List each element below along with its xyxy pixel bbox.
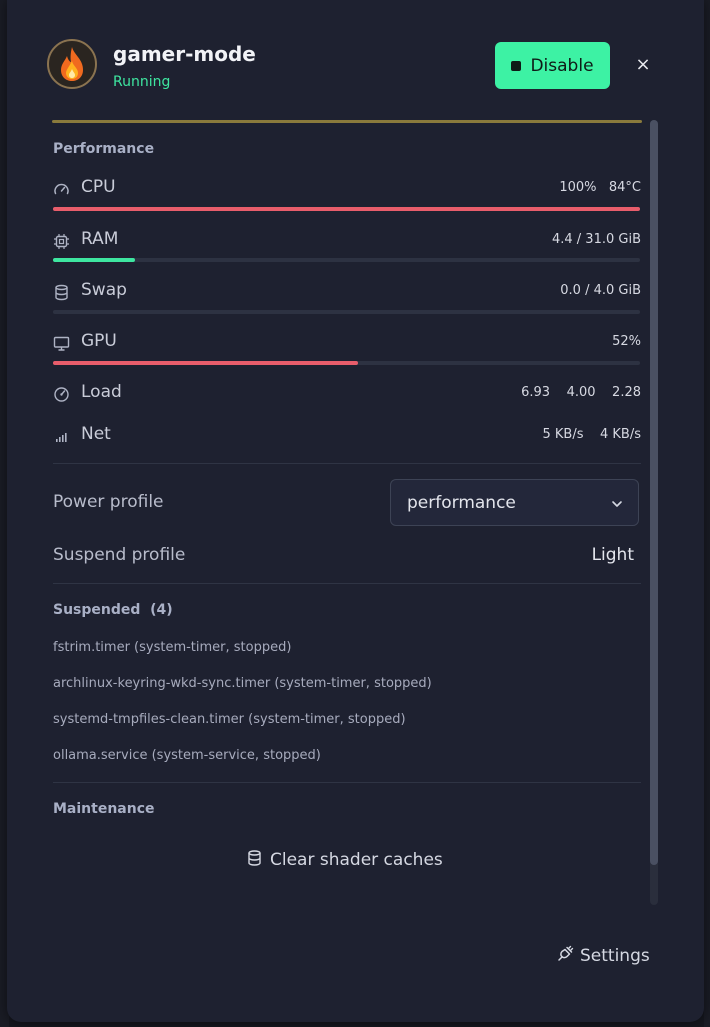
metric-label: CPU xyxy=(81,177,116,197)
gpu-usage-fill xyxy=(53,361,359,365)
close-button[interactable]: × xyxy=(632,53,654,75)
metric-ram: RAM 4.4 / 31.0 GiB xyxy=(53,229,641,259)
scrollbar-thumb[interactable] xyxy=(650,120,658,865)
flame-icon xyxy=(47,39,97,89)
swap-usage-bar xyxy=(53,310,640,314)
suspended-title: Suspended (4) xyxy=(53,602,173,618)
metric-label: Net xyxy=(81,424,111,444)
gamer-mode-panel: gamer-mode Running Disable × Performance… xyxy=(7,0,704,1022)
metric-label: Load xyxy=(81,382,122,402)
divider xyxy=(53,463,641,464)
metric-gpu: GPU 52% xyxy=(53,331,641,361)
database-icon xyxy=(247,849,262,871)
disable-button-label: Disable xyxy=(530,55,594,76)
suspended-count: (4) xyxy=(150,602,173,618)
plug-icon xyxy=(557,945,574,967)
power-profile-value: performance xyxy=(407,493,516,513)
metric-net: Net 5 KB/s 4 KB/s xyxy=(53,424,641,454)
metric-value: 52% xyxy=(612,334,641,349)
stop-icon xyxy=(511,60,522,71)
clear-shader-caches-label: Clear shader caches xyxy=(270,850,443,870)
signal-icon xyxy=(53,428,70,445)
metric-value: 6.93 4.00 2.28 xyxy=(521,385,641,400)
divider xyxy=(53,782,641,783)
suspend-profile-label: Suspend profile xyxy=(53,545,186,565)
metric-swap: Swap 0.0 / 4.0 GiB xyxy=(53,280,641,310)
panel-header: gamer-mode Running Disable × xyxy=(7,0,704,110)
chevron-down-icon xyxy=(610,496,624,510)
ram-usage-bar xyxy=(53,258,640,262)
suspend-profile-value[interactable]: Light xyxy=(592,545,634,565)
metric-label: Swap xyxy=(81,280,127,300)
suspended-title-text: Suspended xyxy=(53,602,141,618)
list-item: fstrim.timer (system-timer, stopped) xyxy=(53,640,292,655)
list-item: systemd-tmpfiles-clean.timer (system-tim… xyxy=(53,712,406,727)
metric-label: RAM xyxy=(81,229,119,249)
metric-cpu: CPU 100% 84°C xyxy=(53,177,641,207)
header-accent-line xyxy=(52,120,642,123)
metric-value: 100% 84°C xyxy=(559,180,641,195)
database-icon xyxy=(53,284,70,301)
gpu-usage-bar xyxy=(53,361,640,365)
performance-title: Performance xyxy=(53,141,155,157)
power-profile-label: Power profile xyxy=(53,492,164,512)
cpu-usage-bar xyxy=(53,207,640,211)
metric-load: Load 6.93 4.00 2.28 xyxy=(53,382,641,412)
clear-shader-caches-button[interactable]: Clear shader caches xyxy=(247,843,447,877)
background-window-right xyxy=(704,0,710,1027)
app-status: Running xyxy=(113,74,171,90)
ram-usage-fill xyxy=(53,258,136,262)
chip-icon xyxy=(53,233,70,250)
close-icon: × xyxy=(635,53,651,75)
list-item: ollama.service (system-service, stopped) xyxy=(53,748,321,763)
monitor-icon xyxy=(53,335,70,352)
app-title: gamer-mode xyxy=(113,42,256,66)
metric-value: 4.4 / 31.0 GiB xyxy=(551,232,641,247)
gauge-icon xyxy=(53,181,70,198)
metric-label: GPU xyxy=(81,331,117,351)
power-profile-select[interactable]: performance xyxy=(390,479,639,526)
metric-value: 0.0 / 4.0 GiB xyxy=(560,283,641,298)
settings-label: Settings xyxy=(580,946,650,966)
maintenance-title: Maintenance xyxy=(53,801,155,817)
speedometer-icon xyxy=(53,386,70,403)
metric-value: 5 KB/s 4 KB/s xyxy=(542,427,641,442)
cpu-usage-fill xyxy=(53,207,640,211)
disable-button[interactable]: Disable xyxy=(495,42,610,89)
divider xyxy=(53,583,641,584)
list-item: archlinux-keyring-wkd-sync.timer (system… xyxy=(53,676,432,691)
settings-button[interactable]: Settings xyxy=(557,940,650,972)
